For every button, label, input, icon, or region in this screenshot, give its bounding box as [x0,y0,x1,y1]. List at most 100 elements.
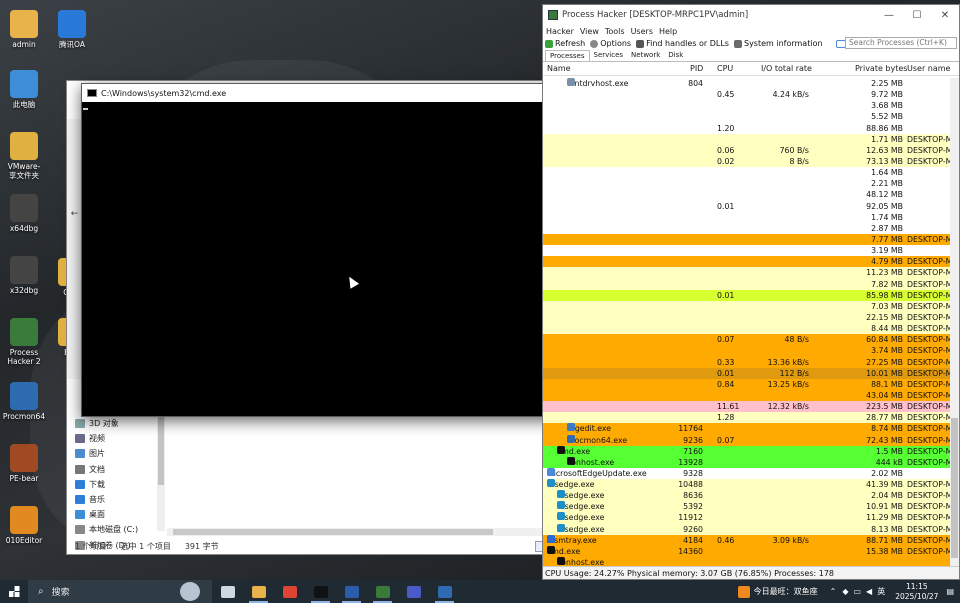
desktop-icon[interactable]: 腾讯OA [48,10,96,49]
process-row[interactable]: conhost.exe 13928 444 kB DESKTOP-M [543,456,959,468]
nav-item[interactable]: 音乐 [67,492,157,507]
taskbar-app-powershell[interactable] [336,580,367,603]
process-row[interactable]: 22.15 MB DESKTOP-M [543,311,959,324]
process-row[interactable]: 1.28 28.77 MB DESKTOP-M [543,412,959,424]
process-row[interactable]: MicrosoftEdgeUpdate.exe 9328 2.02 MB [543,467,959,480]
news-icon[interactable] [737,585,750,598]
process-row[interactable]: 48.12 MB [543,189,959,201]
nav-item[interactable]: 视频 [67,431,157,446]
process-row[interactable]: 8.44 MB DESKTOP-M [543,323,959,335]
start-button[interactable] [0,580,28,603]
process-row[interactable]: ztsmtray.exe 4184 0.46 3.09 kB/s 88.71 MB DES… [543,534,959,546]
desktop-icon[interactable]: admin [0,10,48,49]
nav-item[interactable]: 下载 [67,477,157,492]
taskbar-app-chrome[interactable] [274,580,305,603]
menu-item[interactable]: Tools [605,27,625,36]
process-row[interactable]: 0.06 760 B/s 12.63 MB DESKTOP-M [543,144,959,156]
process-row[interactable]: 11.23 MB DESKTOP-M [543,267,959,279]
process-row[interactable]: msedge.exe 11912 11.29 MB DESKTOP-M [543,512,959,524]
close-button[interactable]: ✕ [931,5,959,25]
column-cpu[interactable]: CPU [717,64,733,73]
process-row[interactable]: 0.84 13.25 kB/s 88.1 MB DESKTOP-M [543,378,959,390]
process-row[interactable]: msedge.exe 9260 8.13 MB DESKTOP-M [543,523,959,535]
desktop-icon[interactable]: x64dbg [0,194,48,233]
options-button[interactable]: Options [590,39,631,48]
process-row[interactable]: 11.61 12.32 kB/s 223.5 MB DESKTOP-M [543,401,959,413]
desktop-icon[interactable]: Process Hacker 2 [0,318,48,366]
process-list-scrollbar[interactable] [950,78,959,567]
tab-processes[interactable]: Processes [545,50,590,61]
column-private-bytes[interactable]: Private bytes [855,64,907,73]
desktop-icon[interactable]: 010Editor [0,506,48,545]
process-row[interactable]: regedit.exe 11764 8.74 MB DESKTOP-M [543,423,959,435]
process-row[interactable]: ⌄cmd.exe 7160 1.5 MB DESKTOP-M [543,445,959,457]
process-row[interactable]: 5.52 MB [543,111,959,123]
menu-item[interactable]: Hacker [546,27,574,36]
desktop-icon[interactable]: 此电脑 [0,70,48,109]
nav-item[interactable]: 桌面 [67,507,157,522]
process-row[interactable]: 0.45 4.24 kB/s 9.72 MB [543,89,959,101]
desktop-icon[interactable]: VMware- 享文件夹 [0,132,48,180]
nav-item[interactable]: 3D 对象 [67,416,157,431]
process-row[interactable]: 1.64 MB [543,167,959,179]
taskbar-app-cmd[interactable] [305,580,336,603]
process-row[interactable]: 0.33 13.36 kB/s 27.25 MB DESKTOP-M [543,356,959,368]
process-row[interactable]: 7.77 MB DESKTOP-M [543,233,959,246]
process-row[interactable]: 0.07 48 B/s 60.84 MB DESKTOP-M [543,334,959,346]
menu-item[interactable]: Help [659,27,677,36]
process-row[interactable]: 0.02 8 B/s 73.13 MB DESKTOP-M [543,155,959,168]
process-row[interactable]: 43.04 MB DESKTOP-M [543,389,959,402]
tab-services[interactable]: Services [590,50,628,61]
process-row[interactable]: Procmon64.exe 9236 0.07 72.43 MB DESKTOP-M [543,434,959,446]
desktop-icon[interactable]: PE-bear [0,444,48,483]
nav-item[interactable]: 文档 [67,462,157,477]
process-row[interactable]: 7.82 MB DESKTOP-M [543,278,959,290]
taskbar-app-process-hacker[interactable] [367,580,398,603]
process-row[interactable]: 3.74 MB DESKTOP-M [543,345,959,357]
process-row[interactable]: 2.87 MB [543,222,959,234]
explorer-nav-scrollbar[interactable] [157,411,165,531]
process-row[interactable]: ⌄msedge.exe 10488 41.39 MB DESKTOP-M [543,479,959,491]
process-row[interactable]: ⌄cmd.exe 14360 15.38 MB DESKTOP-M [543,545,959,558]
menu-item[interactable]: View [580,27,599,36]
process-row[interactable]: 0.01 85.98 MB DESKTOP-M [543,289,959,301]
column-user-name[interactable]: User name [907,64,950,73]
search-processes-input[interactable]: Search Processes (Ctrl+K) [845,37,957,49]
ph-titlebar[interactable]: Process Hacker [DESKTOP-MRPC1PV\admin] —… [543,5,959,25]
minimize-button[interactable]: — [875,5,903,25]
process-row[interactable]: 0.01 92.05 MB [543,200,959,212]
process-row[interactable]: 3.19 MB [543,245,959,257]
desktop-icon[interactable]: Procmon64 [0,382,48,421]
refresh-button[interactable]: Refresh [545,39,585,48]
taskbar-app-task-view[interactable] [212,580,243,603]
tab-network[interactable]: Network [627,50,664,61]
process-row[interactable]: 1.20 88.86 MB [543,122,959,134]
process-row[interactable]: 3.68 MB [543,100,959,112]
network-icon[interactable]: ▭ [853,587,861,596]
notification-icon[interactable]: ▤ [946,587,954,596]
process-row[interactable]: 0.01 112 B/s 10.01 MB DESKTOP-M [543,367,959,379]
nav-item[interactable]: 本地磁盘 (C:) [67,522,157,537]
column-io[interactable]: I/O total rate [761,64,812,73]
process-row[interactable]: 1.71 MB DESKTOP-M [543,133,959,145]
news-widget[interactable]: 今日最旺：双鱼座 [754,586,818,597]
find-handles-button[interactable]: Find handles or DLLs [636,39,729,48]
explorer-h-scrollbar[interactable] [167,528,547,536]
process-row[interactable]: 7.03 MB DESKTOP-M [543,300,959,312]
clock[interactable]: 11:15 2025/10/27 [895,582,938,602]
volume-icon[interactable]: ◀ [866,587,872,596]
taskbar-search-box[interactable]: ⌕ 搜索 [28,580,212,603]
process-row[interactable]: 4.79 MB DESKTOP-M [543,256,959,268]
desktop-icon[interactable]: x32dbg [0,256,48,295]
process-row[interactable]: fontdrvhost.exe 804 2.25 MB [543,78,959,90]
process-row[interactable]: msedge.exe 8636 2.04 MB DESKTOP-M [543,490,959,502]
explorer-back-arrow[interactable]: ← [67,119,82,379]
maximize-button[interactable]: ☐ [903,5,931,25]
system-information-button[interactable]: System information [733,39,823,48]
column-pid[interactable]: PID [690,64,703,73]
taskbar-app-file-explorer[interactable] [243,580,274,603]
process-row[interactable]: 2.21 MB [543,178,959,190]
process-row[interactable]: 1.74 MB [543,211,959,223]
chevron-up-icon[interactable]: ⌃ [830,587,837,596]
language-indicator[interactable]: 英 [877,586,885,597]
